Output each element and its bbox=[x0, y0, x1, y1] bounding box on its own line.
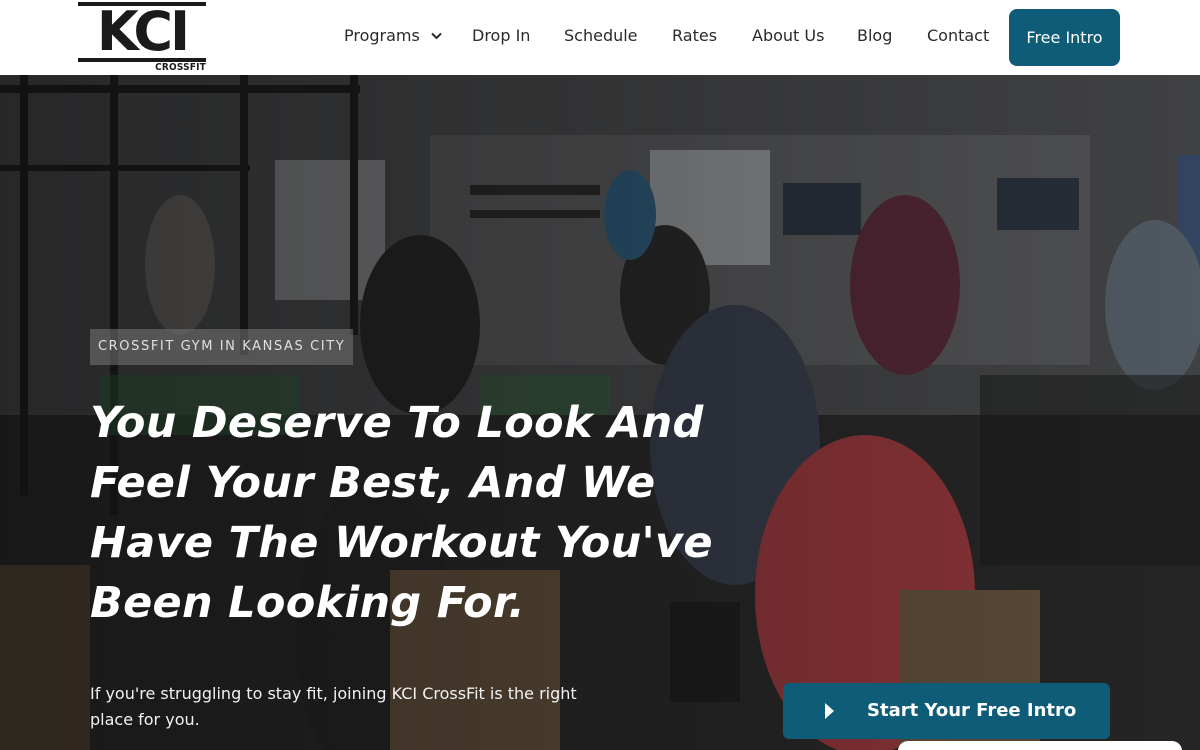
nav-item-about-us[interactable]: About Us bbox=[752, 26, 824, 45]
free-intro-button[interactable]: Free Intro bbox=[1009, 9, 1120, 66]
nav-item-rates[interactable]: Rates bbox=[672, 26, 717, 45]
nav-item-blog[interactable]: Blog bbox=[857, 26, 892, 45]
kci-crossfit-logo[interactable]: KCI CROSSFIT bbox=[78, 2, 208, 74]
hero-headline: You Deserve To Look And Feel Your Best, … bbox=[90, 398, 713, 628]
start-free-intro-button[interactable]: Start Your Free Intro bbox=[783, 683, 1110, 739]
hero-eyebrow: CROSSFIT GYM IN KANSAS CITY bbox=[90, 329, 354, 365]
nav-item-programs[interactable]: Programs bbox=[344, 26, 442, 46]
hero-section: CROSSFIT GYM IN KANSAS CITY You Deserve … bbox=[0, 75, 1200, 750]
cta-label: Start Your Free Intro bbox=[867, 700, 1077, 721]
hero-subtext: If you're struggling to stay fit, joinin… bbox=[90, 684, 577, 729]
nav-item-drop-in[interactable]: Drop In bbox=[472, 26, 530, 45]
logo-subtitle: CROSSFIT bbox=[151, 62, 206, 73]
nav-item-contact[interactable]: Contact bbox=[927, 26, 989, 45]
bottom-popup-tab[interactable] bbox=[898, 741, 1182, 750]
nav-item-schedule[interactable]: Schedule bbox=[564, 26, 638, 45]
chevron-down-icon bbox=[431, 25, 442, 44]
play-icon bbox=[823, 702, 835, 724]
logo-wordmark: KCI bbox=[78, 2, 206, 62]
site-header: KCI CROSSFIT Programs Drop In Schedule R… bbox=[0, 0, 1200, 75]
nav-item-label: Programs bbox=[344, 26, 420, 45]
